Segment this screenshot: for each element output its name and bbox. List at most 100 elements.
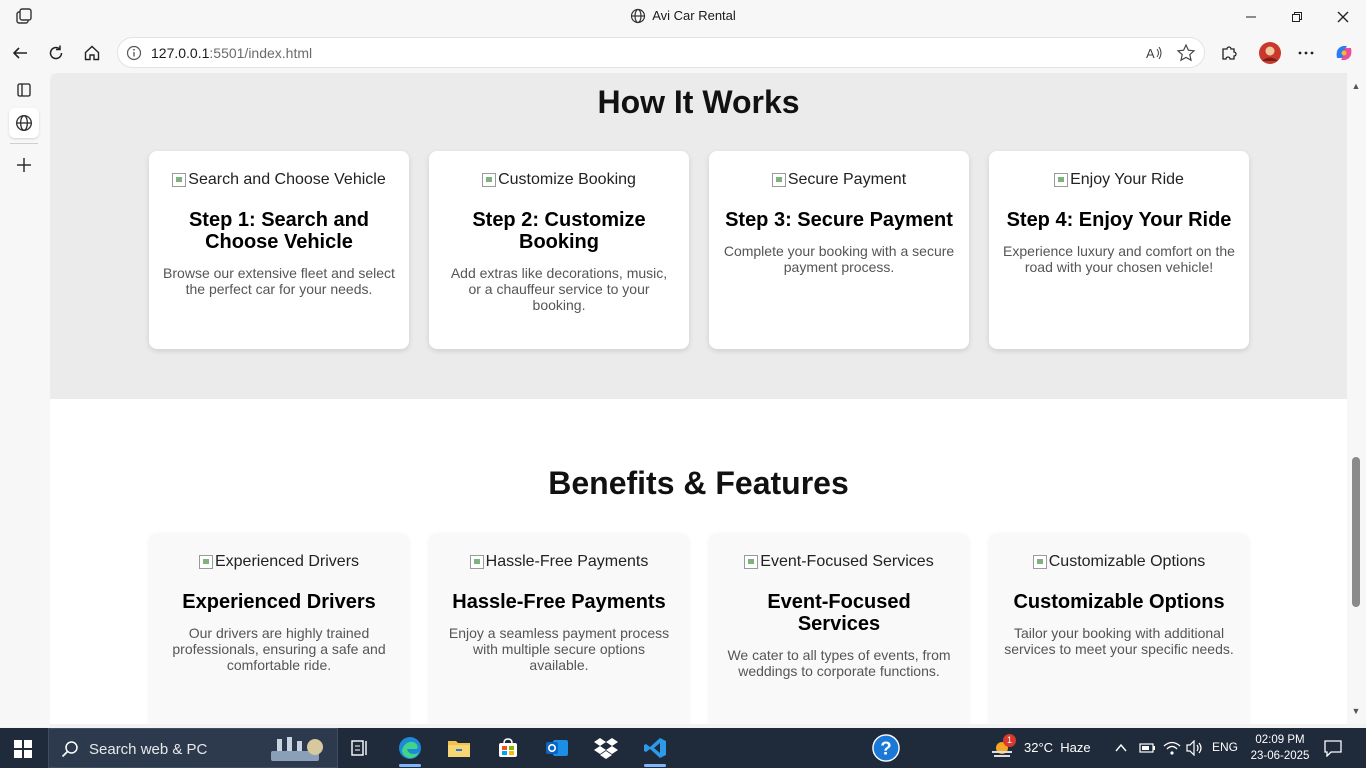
minimize-icon [1246,16,1256,17]
close-button[interactable] [1320,0,1366,33]
taskbar-help[interactable]: ? [872,734,900,762]
step-title-3: Step 3: Secure Payment [725,209,953,231]
weather-text[interactable]: 32°C Haze [1024,740,1091,755]
copilot-icon [1336,46,1352,60]
broken-image-icon [771,173,786,187]
feature-card-2: Hassle-Free Payments Hassle-Free Payment… [429,533,689,724]
step-desc-3: Complete your booking with a secure paym… [723,243,955,275]
puzzle-icon [1222,46,1237,60]
restore-button[interactable] [1274,0,1320,33]
globe-icon [16,115,32,131]
feature-title-2: Hassle-Free Payments [452,591,666,613]
window-title-text: Avi Car Rental [652,8,736,23]
step-image-4: Enjoy Your Ride [1003,171,1235,189]
title-bar: Avi Car Rental [0,0,1366,33]
step-card-3: Secure Payment Step 3: Secure Payment Co… [709,151,969,349]
copilot-button[interactable] [1330,39,1358,67]
taskbar-store[interactable] [494,734,522,762]
taskbar-vscode[interactable] [641,734,669,762]
feature-card-4: Customizable Options Customizable Option… [989,533,1249,724]
dropbox-icon [594,738,618,759]
arrow-left-icon [12,47,27,59]
battery-icon[interactable] [1139,741,1157,755]
search-highlight-icon [271,737,323,761]
read-aloud-icon[interactable]: A [1144,43,1164,63]
address-bar[interactable]: 127.0.0.1:5501/index.html A [117,37,1205,68]
task-view-button[interactable] [346,734,374,762]
broken-image-icon [482,173,497,187]
feature-image-1: Experienced Drivers [163,553,395,571]
minimize-button[interactable] [1228,0,1274,33]
taskbar-edge[interactable] [396,734,424,762]
step-title-2: Step 2: Customize Booking [472,209,646,253]
feature-title-1: Experienced Drivers [182,591,376,613]
extensions-button[interactable] [1215,39,1243,67]
step-desc-1: Browse our extensive fleet and select th… [163,265,395,297]
sidebar-tab-avi-car-rental[interactable] [9,108,39,138]
broken-image-icon [1032,555,1047,569]
step-desc-2: Add extras like decorations, music, or a… [450,265,668,313]
url-path: :5501/index.html [209,45,313,61]
profile-button[interactable] [1256,39,1284,67]
page-scrollbar[interactable]: ▲ ▼ [1347,73,1366,724]
vscode-icon [644,738,666,758]
taskbar-dropbox[interactable] [592,734,620,762]
refresh-button[interactable] [42,39,70,67]
new-tab-button[interactable] [9,150,39,180]
taskbar-search[interactable]: Search web & PC [48,728,338,768]
step-image-3: Secure Payment [723,171,955,189]
clock-time: 02:09 PM [1255,734,1305,746]
broken-image-icon [744,555,759,569]
notification-icon[interactable] [1324,739,1342,757]
feature-title-3: Event-Focused Services [767,591,911,635]
home-icon [84,45,100,61]
step-card-1: Search and Choose Vehicle Step 1: Search… [149,151,409,349]
step-title-4: Step 4: Enjoy Your Ride [1006,209,1232,231]
language-indicator[interactable]: ENG [1212,740,1238,754]
wifi-icon[interactable] [1163,740,1181,756]
window-title: Avi Car Rental [0,8,1366,24]
avatar-icon [1259,42,1281,64]
scroll-down-arrow[interactable]: ▼ [1351,706,1361,716]
step-image-1: Search and Choose Vehicle [163,171,395,189]
more-menu-button[interactable] [1292,39,1320,67]
feature-card-1: Experienced Drivers Experienced Drivers … [149,533,409,724]
scroll-thumb[interactable] [1352,457,1360,607]
broken-image-icon [198,555,213,569]
taskbar-file-explorer[interactable] [445,734,473,762]
task-view-icon [351,740,367,756]
tab-actions-icon [17,83,31,97]
taskbar-outlook[interactable] [543,734,571,762]
feature-desc-2: Enjoy a seamless payment process with mu… [448,625,670,673]
chevron-up-icon[interactable] [1114,741,1128,755]
browser-sidebar [0,73,50,727]
broken-image-icon [172,173,187,187]
tab-actions-button[interactable] [9,75,39,105]
feature-image-3: Event-Focused Services [723,553,955,571]
step-card-2: Customize Booking Step 2: Customize Book… [429,151,689,349]
favorite-star-icon[interactable] [1176,43,1196,63]
step-desc-4: Experience luxury and comfort on the roa… [1003,243,1235,275]
feature-card-3: Event-Focused Services Event-Focused Ser… [709,533,969,724]
taskbar-clock[interactable]: 02:09 PM 23-06-2025 [1248,732,1312,764]
broken-image-icon [1054,173,1069,187]
home-button[interactable] [78,39,106,67]
feature-image-2: Hassle-Free Payments [443,553,675,571]
windows-taskbar: Search web & PC ? 1 32°C Haze ENG 02:09 … [0,728,1366,768]
weather-alert-badge: 1 [1003,734,1016,747]
search-icon [61,741,78,758]
svg-text:A: A [1146,46,1155,61]
back-button[interactable] [6,39,34,67]
step-card-4: Enjoy Your Ride Step 4: Enjoy Your Ride … [989,151,1249,349]
url-text[interactable]: 127.0.0.1:5501/index.html [151,45,312,61]
globe-icon [631,8,646,24]
sidebar-divider [10,143,38,144]
outlook-icon [546,740,568,756]
step-title-1: Step 1: Search and Choose Vehicle [188,209,370,253]
volume-icon[interactable] [1186,740,1204,756]
scroll-up-arrow[interactable]: ▲ [1351,81,1361,91]
info-icon[interactable] [126,45,142,61]
refresh-icon [49,45,63,60]
windows-start-icon[interactable] [14,740,32,758]
feature-image-4: Customizable Options [1003,553,1235,571]
